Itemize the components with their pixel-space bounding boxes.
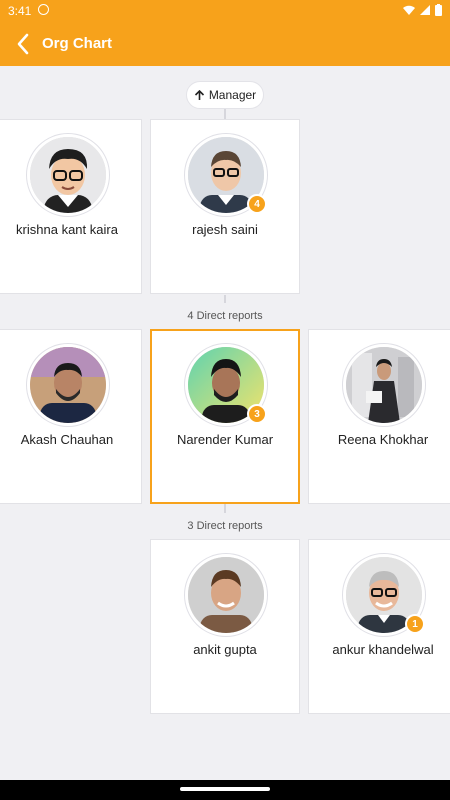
direct-reports-label: 3 Direct reports <box>187 520 263 532</box>
home-gesture-handle[interactable] <box>180 787 270 791</box>
employee-card-selected[interactable]: 3 Narender Kumar <box>150 329 300 504</box>
employee-name: rajesh saini <box>192 222 258 237</box>
connector-line <box>224 503 226 513</box>
employee-name: Akash Chauhan <box>20 432 114 447</box>
reports-count-badge: 3 <box>247 404 267 424</box>
manager-button[interactable]: Manager <box>186 81 264 109</box>
employee-name: krishna kant kaira <box>16 222 118 237</box>
system-navigation-bar <box>0 780 450 800</box>
connector-line <box>224 295 226 303</box>
employee-name: Reena Khokhar <box>337 432 429 447</box>
employee-card[interactable]: krishna kant kaira <box>0 119 142 294</box>
employee-name: ankur khandelwal <box>332 642 434 657</box>
arrow-up-icon <box>194 89 204 100</box>
employee-card[interactable]: Reena Khokhar <box>308 329 450 504</box>
signal-icon <box>420 5 430 15</box>
manager-button-label: Manager <box>208 88 257 102</box>
employee-card[interactable]: Akash Chauhan <box>0 329 142 504</box>
page-title: Org Chart <box>42 35 113 52</box>
app-bar: Org Chart <box>0 22 450 66</box>
notification-icon <box>38 4 49 15</box>
avatar <box>27 344 109 426</box>
status-time: 3:41 <box>8 4 32 18</box>
employee-card[interactable]: 4 rajesh saini <box>150 119 300 294</box>
reports-count-badge: 1 <box>405 614 425 634</box>
employee-name: Narender Kumar <box>176 432 274 447</box>
avatar <box>343 344 425 426</box>
employee-card[interactable]: ankit gupta <box>150 539 300 714</box>
org-chart-canvas[interactable]: Manager krishna kant kaira 4 rajesh sain… <box>0 66 450 780</box>
wifi-icon <box>403 5 415 15</box>
avatar <box>27 134 109 216</box>
battery-icon <box>435 4 442 16</box>
reports-count-badge: 4 <box>247 194 267 214</box>
employee-name: ankit gupta <box>193 642 257 657</box>
employee-card[interactable]: 1 ankur khandelwal <box>308 539 450 714</box>
back-arrow-icon[interactable] <box>10 30 38 58</box>
avatar <box>185 554 267 636</box>
direct-reports-label: 4 Direct reports <box>187 310 263 322</box>
status-bar: 3:41 <box>0 0 450 22</box>
connector-line <box>224 109 226 119</box>
